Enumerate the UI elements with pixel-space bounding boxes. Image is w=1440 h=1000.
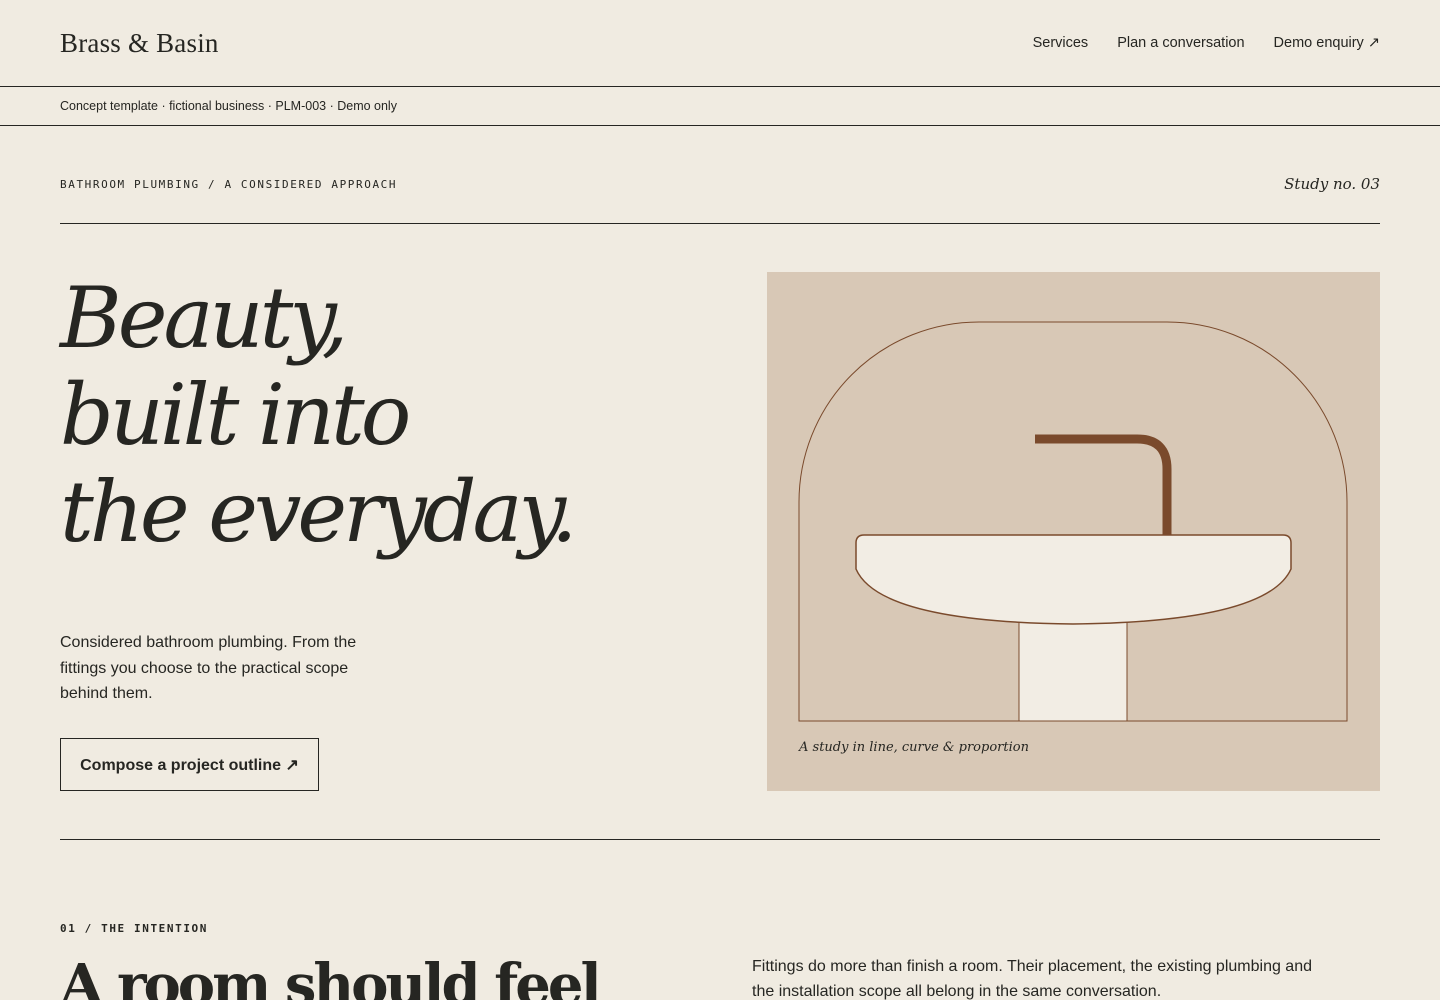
- site-header: Brass & Basin Services Plan a conversati…: [60, 0, 1380, 86]
- nav-plan-conversation[interactable]: Plan a conversation: [1117, 35, 1244, 51]
- intention-body: Fittings do more than finish a room. The…: [752, 958, 1312, 1000]
- study-number: Study no. 03: [1284, 175, 1380, 193]
- main-nav: Services Plan a conversation Demo enquir…: [1033, 35, 1380, 51]
- basin-icon: [798, 321, 1348, 722]
- hero-subtitle: Considered bathroom plumbing. From the f…: [60, 634, 357, 702]
- eyebrow-divider: [60, 223, 1380, 224]
- demo-notice: Concept template · fictional business · …: [60, 99, 397, 113]
- nav-services[interactable]: Services: [1033, 35, 1089, 51]
- intention-eyebrow: 01 / THE INTENTION: [60, 922, 209, 935]
- hero-title-line-3: the everyday.: [60, 463, 578, 561]
- brand-logo[interactable]: Brass & Basin: [60, 28, 219, 59]
- intention-title: A room should feel: [60, 952, 602, 1000]
- hero-eyebrow: BATHROOM PLUMBING / A CONSIDERED APPROAC…: [60, 177, 398, 191]
- hero-title-line-1: Beauty,: [60, 269, 348, 367]
- hero-eyebrow-row: BATHROOM PLUMBING / A CONSIDERED APPROAC…: [60, 165, 1380, 203]
- notice-divider: [0, 125, 1440, 126]
- basin-illustration: A study in line, curve & proportion: [767, 272, 1380, 791]
- hero-title: Beauty, built into the everyday.: [60, 270, 700, 561]
- compose-outline-button[interactable]: Compose a project outline ↗: [60, 738, 319, 791]
- hero-bottom-divider: [60, 839, 1380, 840]
- hero-title-line-2: built into: [60, 366, 411, 464]
- illustration-caption: A study in line, curve & proportion: [799, 740, 1029, 755]
- nav-demo-enquiry[interactable]: Demo enquiry ↗: [1274, 35, 1380, 51]
